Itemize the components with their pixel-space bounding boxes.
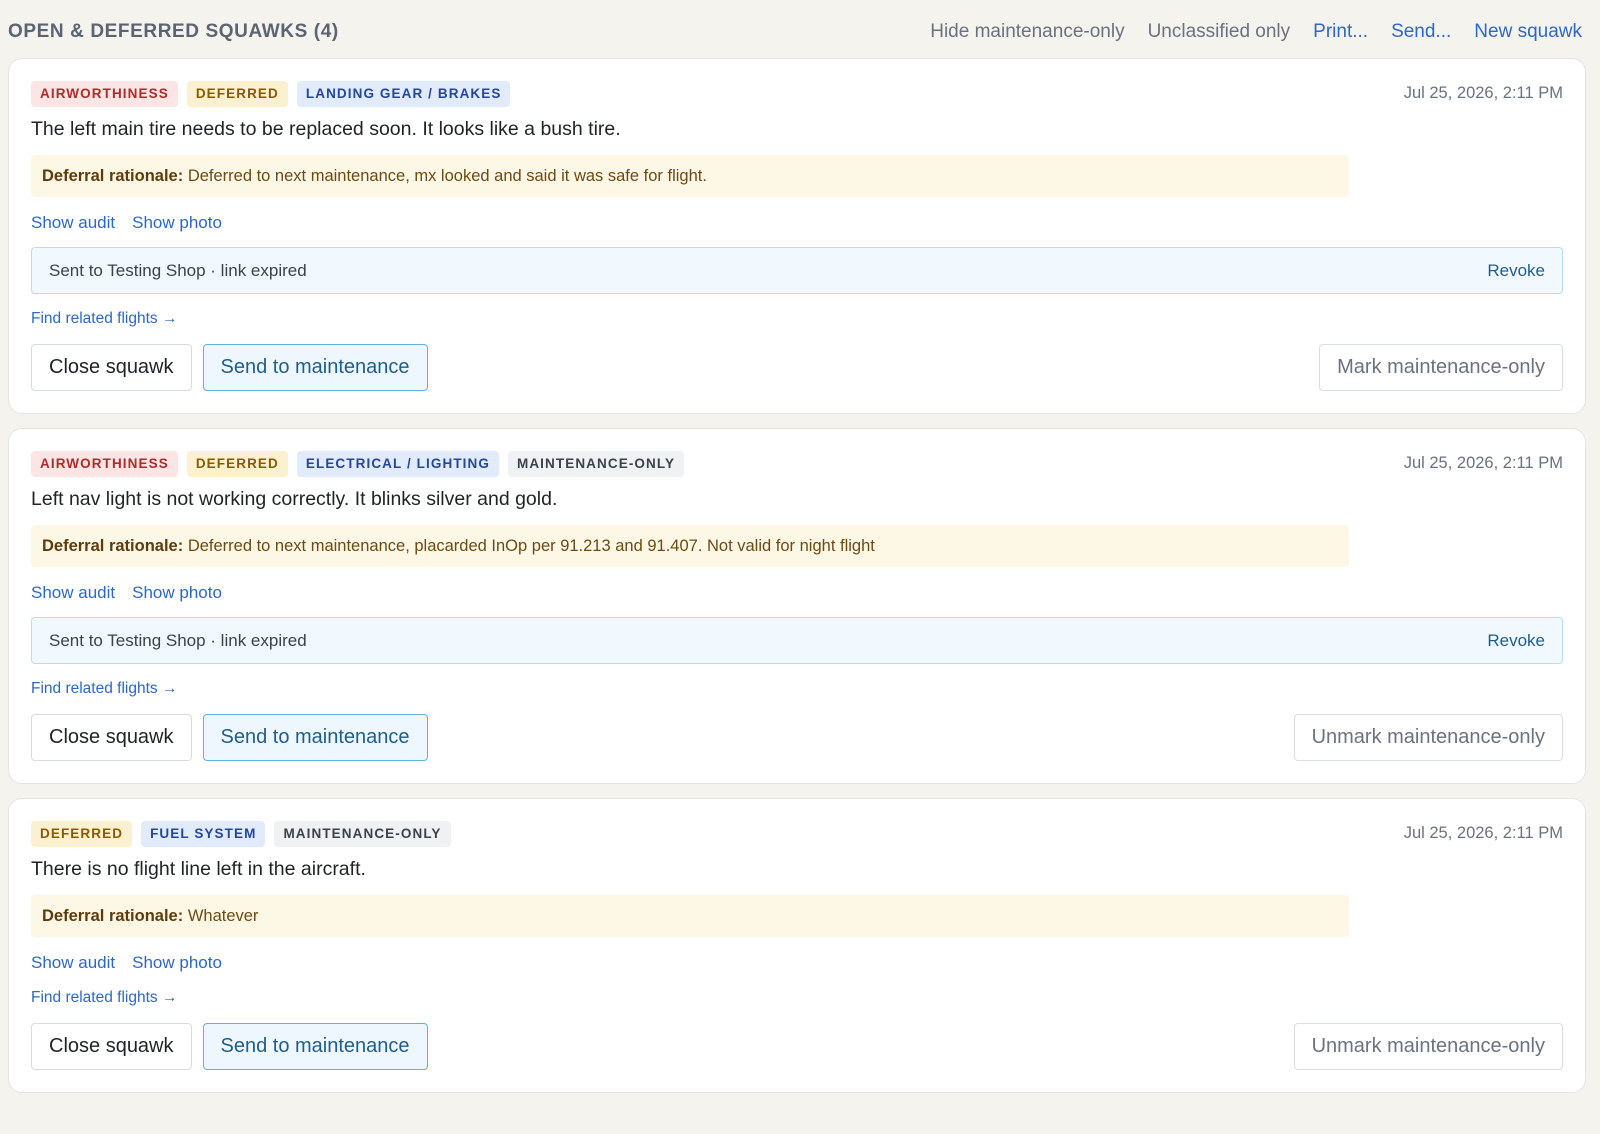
squawk-timestamp: Jul 25, 2026, 2:11 PM [1403, 454, 1563, 472]
deferral-rationale: Deferral rationale: Deferred to next mai… [31, 155, 1349, 197]
rationale-text: Deferred to next maintenance, placarded … [187, 537, 875, 555]
rationale-label: Deferral rationale: [42, 167, 184, 185]
rationale-text: Whatever [187, 907, 259, 925]
rationale-label: Deferral rationale: [42, 537, 184, 555]
deferral-rationale: Deferral rationale: Whatever [31, 895, 1349, 937]
revoke-button[interactable]: Revoke [1487, 631, 1545, 651]
page-title: OPEN & DEFERRED SQUAWKS (4) [8, 21, 339, 42]
rationale-label: Deferral rationale: [42, 907, 184, 925]
send-to-maintenance-button[interactable]: Send to maintenance [202, 714, 428, 761]
send-link[interactable]: Send... [1391, 21, 1451, 43]
squawk-description: The left main tire needs to be replaced … [31, 118, 621, 140]
new-squawk-link[interactable]: New squawk [1474, 21, 1582, 43]
tag-airworthiness: AIRWORTHINESS [31, 451, 178, 477]
tag-deferred: DEFERRED [186, 451, 288, 477]
unclassified-only-link[interactable]: Unclassified only [1148, 21, 1291, 43]
tag-category: LANDING GEAR / BRAKES [296, 81, 511, 107]
deferral-rationale: Deferral rationale: Deferred to next mai… [31, 525, 1349, 567]
hide-maintenance-only-link[interactable]: Hide maintenance-only [930, 21, 1124, 43]
send-to-maintenance-button[interactable]: Send to maintenance [202, 344, 428, 391]
show-audit-link[interactable]: Show audit [31, 953, 115, 973]
find-related-flights-link[interactable]: Find related flights → [31, 310, 177, 328]
tag-maintenance-only: MAINTENANCE-ONLY [274, 821, 451, 847]
squawk-tags: DEFERRED FUEL SYSTEM MAINTENANCE-ONLY [31, 821, 451, 847]
tag-category: FUEL SYSTEM [141, 821, 266, 847]
show-photo-link[interactable]: Show photo [132, 953, 222, 973]
squawks-header: OPEN & DEFERRED SQUAWKS (4) Hide mainten… [8, 0, 1586, 58]
print-link[interactable]: Print... [1313, 21, 1368, 43]
tag-maintenance-only: MAINTENANCE-ONLY [507, 451, 685, 477]
tag-deferred: DEFERRED [31, 821, 133, 847]
unmark-maintenance-only-button[interactable]: Unmark maintenance-only [1293, 1023, 1563, 1070]
tag-deferred: DEFERRED [186, 81, 288, 107]
tag-category: ELECTRICAL / LIGHTING [296, 451, 499, 477]
tag-airworthiness: AIRWORTHINESS [31, 81, 178, 107]
sent-status-bar: Sent to Testing Shop · link expired Revo… [31, 247, 1563, 294]
squawk-card: AIRWORTHINESS DEFERRED ELECTRICAL / LIGH… [8, 428, 1586, 784]
revoke-button[interactable]: Revoke [1487, 261, 1545, 281]
squawk-tags: AIRWORTHINESS DEFERRED LANDING GEAR / BR… [31, 81, 511, 107]
send-to-maintenance-button[interactable]: Send to maintenance [202, 1023, 428, 1070]
close-squawk-button[interactable]: Close squawk [31, 344, 192, 391]
squawk-tags: AIRWORTHINESS DEFERRED ELECTRICAL / LIGH… [31, 451, 685, 477]
show-audit-link[interactable]: Show audit [31, 583, 115, 603]
squawk-card: DEFERRED FUEL SYSTEM MAINTENANCE-ONLY Ju… [8, 798, 1586, 1093]
sent-status-text: Sent to Testing Shop · link expired [49, 260, 307, 280]
unmark-maintenance-only-button[interactable]: Unmark maintenance-only [1293, 714, 1563, 761]
sent-status-bar: Sent to Testing Shop · link expired Revo… [31, 617, 1563, 664]
squawk-description: There is no flight line left in the airc… [31, 858, 366, 880]
find-related-flights-link[interactable]: Find related flights → [31, 680, 177, 698]
squawk-card: AIRWORTHINESS DEFERRED LANDING GEAR / BR… [8, 58, 1586, 414]
sent-status-text: Sent to Testing Shop · link expired [49, 630, 307, 650]
show-photo-link[interactable]: Show photo [132, 583, 222, 603]
header-actions: Hide maintenance-only Unclassified only … [930, 15, 1586, 43]
squawk-timestamp: Jul 25, 2026, 2:11 PM [1403, 824, 1563, 842]
find-related-flights-link[interactable]: Find related flights → [31, 989, 177, 1007]
rationale-text: Deferred to next maintenance, mx looked … [187, 167, 707, 185]
show-audit-link[interactable]: Show audit [31, 213, 115, 233]
mark-maintenance-only-button[interactable]: Mark maintenance-only [1319, 344, 1563, 391]
close-squawk-button[interactable]: Close squawk [31, 714, 192, 761]
squawks-page: OPEN & DEFERRED SQUAWKS (4) Hide mainten… [0, 0, 1600, 1134]
squawk-timestamp: Jul 25, 2026, 2:11 PM [1403, 84, 1563, 102]
close-squawk-button[interactable]: Close squawk [31, 1023, 192, 1070]
squawk-description: Left nav light is not working correctly.… [31, 488, 558, 510]
show-photo-link[interactable]: Show photo [132, 213, 222, 233]
